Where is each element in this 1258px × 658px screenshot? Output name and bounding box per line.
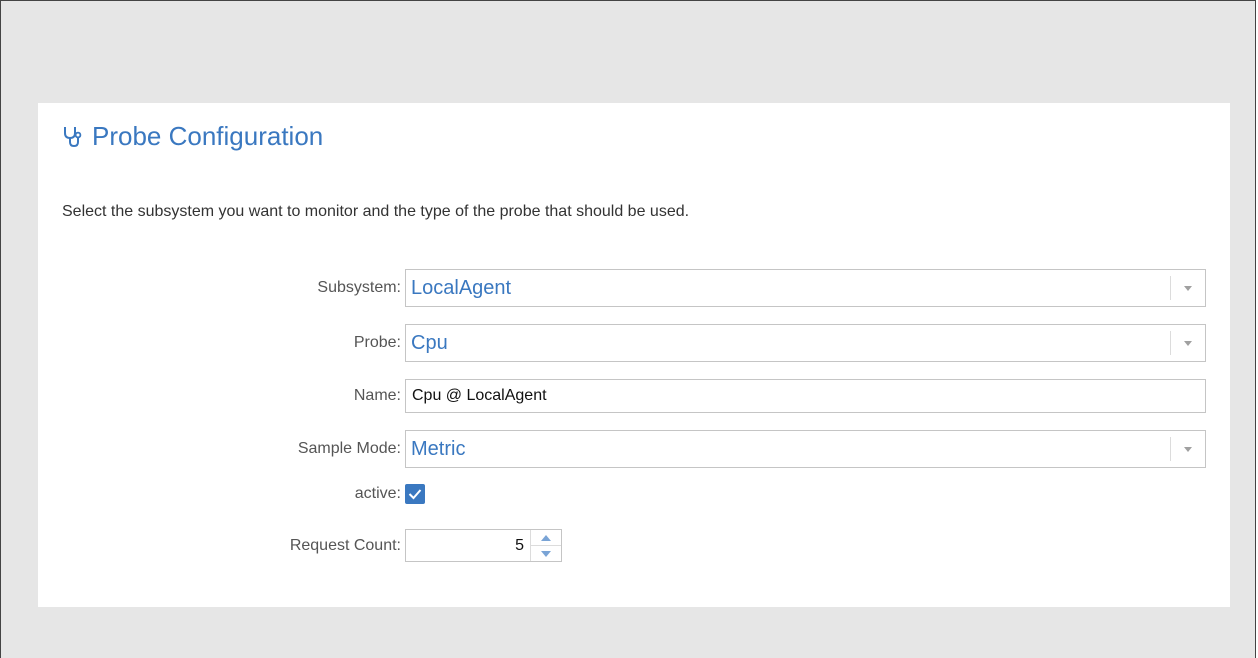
probe-label: Probe: xyxy=(353,334,401,351)
sample-mode-row: Sample Mode: Metric xyxy=(38,430,1206,468)
chevron-down-icon[interactable] xyxy=(1170,437,1205,461)
chevron-down-icon[interactable] xyxy=(1170,331,1205,355)
subsystem-label: Subsystem: xyxy=(317,279,401,296)
decrement-button[interactable] xyxy=(531,546,561,561)
probe-configuration-panel: Probe Configuration Select the subsystem… xyxy=(38,103,1230,607)
panel-header: Probe Configuration xyxy=(62,121,323,152)
increment-button[interactable] xyxy=(531,530,561,546)
checkmark-icon xyxy=(408,489,422,500)
name-label: Name: xyxy=(353,387,401,404)
subsystem-select[interactable]: LocalAgent xyxy=(405,269,1206,307)
stethoscope-icon xyxy=(64,126,82,147)
arrow-up-icon xyxy=(541,534,551,541)
page-title: Probe Configuration xyxy=(92,121,324,151)
request-count-row: Request Count: 5 xyxy=(38,529,562,562)
stepper-buttons xyxy=(530,530,561,561)
sample-mode-value: Metric xyxy=(411,437,466,460)
active-checkbox[interactable] xyxy=(405,484,425,504)
arrow-down-icon xyxy=(541,550,551,557)
app-frame: Probe Configuration Select the subsystem… xyxy=(0,0,1256,658)
active-label: active: xyxy=(354,485,401,502)
name-input[interactable] xyxy=(405,379,1206,413)
request-count-stepper[interactable]: 5 xyxy=(405,529,562,562)
sample-mode-label: Sample Mode: xyxy=(297,440,401,457)
sample-mode-select[interactable]: Metric xyxy=(405,430,1206,468)
active-row: active: xyxy=(38,484,425,504)
name-row: Name: xyxy=(38,379,1206,413)
subsystem-row: Subsystem: LocalAgent xyxy=(38,269,1206,307)
probe-select[interactable]: Cpu xyxy=(405,324,1206,362)
chevron-down-icon[interactable] xyxy=(1170,276,1205,300)
subsystem-value: LocalAgent xyxy=(411,276,512,299)
request-count-value[interactable]: 5 xyxy=(406,530,530,561)
panel-description: Select the subsystem you want to monitor… xyxy=(62,203,690,220)
request-count-label: Request Count: xyxy=(289,536,401,554)
probe-value: Cpu xyxy=(411,331,448,354)
probe-row: Probe: Cpu xyxy=(38,324,1206,362)
